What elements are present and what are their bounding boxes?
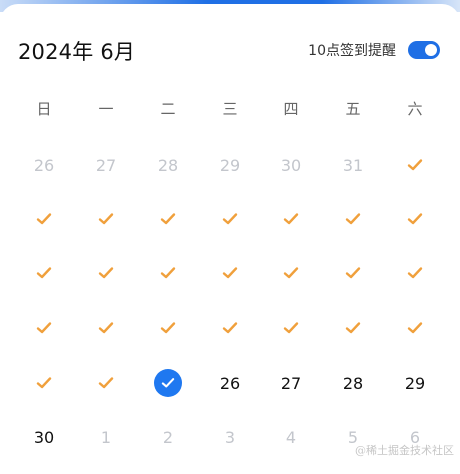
checkmark-icon [407, 321, 423, 335]
day-cell-other-month[interactable]: 27 [86, 147, 126, 183]
day-cell-other-month[interactable]: 30 [271, 147, 311, 183]
checkmark-icon [36, 376, 52, 390]
today-check-icon [154, 369, 182, 397]
day-cell-checked[interactable] [86, 365, 126, 401]
day-cell-checked[interactable] [148, 201, 188, 237]
day-cell-checked[interactable] [86, 310, 126, 346]
day-cell-other-month[interactable]: 1 [86, 419, 126, 455]
checkmark-icon [98, 376, 114, 390]
checkmark-icon [345, 321, 361, 335]
day-cell-checked[interactable] [24, 365, 64, 401]
day-number: 27 [280, 373, 302, 393]
checkmark-icon [36, 212, 52, 226]
day-cell-checked[interactable] [395, 310, 435, 346]
day-number: 29 [404, 373, 426, 393]
day-cell[interactable]: 30 [24, 419, 64, 455]
checkmark-icon [407, 212, 423, 226]
day-number: 26 [33, 155, 55, 175]
day-cell-other-month[interactable]: 3 [210, 419, 250, 455]
watermark: @稀土掘金技术社区 [355, 444, 454, 457]
day-cell-other-month[interactable]: 2 [148, 419, 188, 455]
day-cell-checked[interactable] [271, 310, 311, 346]
day-cell-checked[interactable] [210, 310, 250, 346]
day-cell[interactable]: 28 [333, 365, 373, 401]
day-cell-checked[interactable] [148, 310, 188, 346]
day-cell[interactable]: 26 [210, 365, 250, 401]
reminder-setting: 10点签到提醒 [308, 38, 440, 62]
day-cell-checked[interactable] [24, 310, 64, 346]
day-cell-checked[interactable] [86, 201, 126, 237]
day-number: 1 [100, 427, 112, 447]
weekday-label: 四 [283, 100, 299, 118]
day-cell-checked[interactable] [395, 255, 435, 291]
day-cell-checked[interactable] [210, 201, 250, 237]
day-cell-checked[interactable] [271, 201, 311, 237]
month-title: 2024年 6月 [18, 40, 136, 64]
day-number: 31 [342, 155, 364, 175]
checkmark-icon [160, 266, 176, 280]
day-number: 27 [95, 155, 117, 175]
day-cell-checked[interactable] [395, 201, 435, 237]
checkmark-icon [222, 212, 238, 226]
checkmark-icon [345, 212, 361, 226]
weekday-label: 六 [407, 100, 423, 118]
checkmark-icon [407, 266, 423, 280]
day-cell-checked[interactable] [24, 201, 64, 237]
checkmark-icon [407, 158, 423, 172]
day-cell-checked[interactable] [148, 255, 188, 291]
day-cell-checked[interactable] [86, 255, 126, 291]
checkmark-icon [36, 321, 52, 335]
day-number: 4 [285, 427, 297, 447]
checkmark-icon [98, 266, 114, 280]
weekday-label: 五 [345, 100, 361, 118]
day-number: 30 [280, 155, 302, 175]
reminder-label: 10点签到提醒 [308, 43, 396, 59]
day-cell-other-month[interactable]: 26 [24, 147, 64, 183]
checkmark-icon [160, 212, 176, 226]
day-number: 26 [219, 373, 241, 393]
day-number: 29 [219, 155, 241, 175]
day-cell-other-month[interactable]: 28 [148, 147, 188, 183]
checkmark-icon [222, 266, 238, 280]
weekday-label: 一 [98, 100, 114, 118]
day-number: 28 [342, 373, 364, 393]
checkmark-icon [98, 321, 114, 335]
day-number: 30 [33, 427, 55, 447]
day-cell-other-month[interactable]: 4 [271, 419, 311, 455]
day-cell-checked[interactable] [333, 255, 373, 291]
day-cell-other-month[interactable]: 31 [333, 147, 373, 183]
checkmark-icon [345, 266, 361, 280]
day-cell[interactable]: 27 [271, 365, 311, 401]
day-number: 28 [157, 155, 179, 175]
day-cell-checked[interactable] [333, 201, 373, 237]
checkmark-icon [160, 321, 176, 335]
toggle-knob [425, 44, 437, 56]
checkmark-icon [283, 321, 299, 335]
reminder-toggle[interactable] [408, 41, 440, 59]
checkmark-icon [283, 266, 299, 280]
day-cell-other-month[interactable]: 29 [210, 147, 250, 183]
checkmark-icon [36, 266, 52, 280]
checkmark-icon [222, 321, 238, 335]
day-number: 3 [224, 427, 236, 447]
day-cell-checked[interactable] [210, 255, 250, 291]
weekday-label: 日 [36, 100, 52, 118]
day-number: 2 [162, 427, 174, 447]
checkmark-icon [98, 212, 114, 226]
day-cell[interactable]: 29 [395, 365, 435, 401]
day-cell-today[interactable] [148, 365, 188, 401]
weekday-label: 二 [160, 100, 176, 118]
checkmark-icon [283, 212, 299, 226]
weekday-label: 三 [222, 100, 238, 118]
day-cell-checked[interactable] [271, 255, 311, 291]
day-cell-checked[interactable] [24, 255, 64, 291]
day-cell-checked[interactable] [333, 310, 373, 346]
day-cell-checked[interactable] [395, 147, 435, 183]
calendar-sheet [0, 4, 460, 474]
